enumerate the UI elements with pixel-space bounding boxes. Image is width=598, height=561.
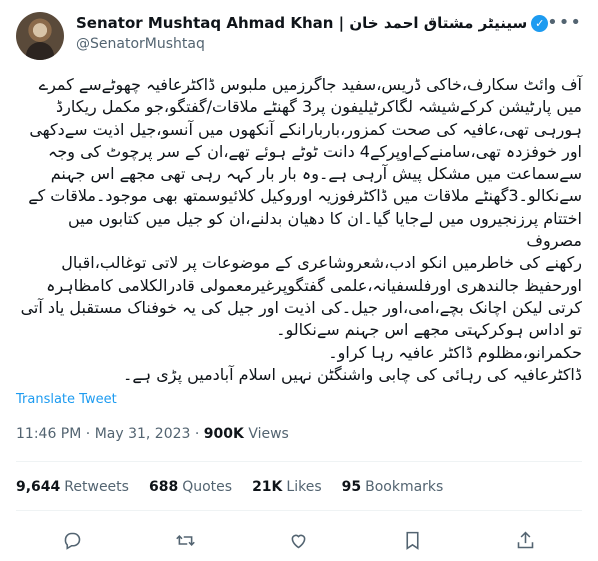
bookmarks-stat[interactable]: 95 Bookmarks — [342, 479, 444, 495]
author-handle[interactable]: @SenatorMushtaq — [76, 36, 205, 52]
tweet-time[interactable]: 11:46 PM — [16, 426, 81, 442]
author-name-row[interactable]: Senator Mushtaq Ahmad Khan | سینیٹر مشتا… — [76, 14, 549, 32]
likes-count: 21K — [252, 479, 283, 495]
views-label: Views — [248, 426, 289, 442]
bookmark-icon[interactable] — [395, 523, 429, 557]
divider — [16, 461, 582, 462]
divider — [16, 510, 582, 511]
avatar[interactable] — [16, 12, 64, 60]
tweet-stats: 9,644 Retweets 688 Quotes 21K Likes 95 Bookm… — [16, 479, 443, 495]
quotes-count: 688 — [148, 479, 179, 495]
reply-icon[interactable] — [56, 523, 90, 557]
like-icon[interactable] — [282, 523, 316, 557]
meta-separator: · — [85, 426, 91, 442]
tweet-meta: 11:46 PM · May 31, 2023 · 900K Views — [16, 426, 289, 442]
likes-stat[interactable]: 21K Likes — [252, 479, 322, 495]
translate-tweet-link[interactable]: Translate Tweet — [16, 392, 117, 407]
quotes-label: Quotes — [182, 479, 233, 495]
verified-badge-icon: ✓ — [531, 14, 549, 32]
views-count: 900K — [203, 426, 244, 442]
meta-separator: · — [194, 426, 200, 442]
tweet-header: Senator Mushtaq Ahmad Khan | سینیٹر مشتا… — [16, 10, 582, 70]
bookmarks-count: 95 — [341, 479, 362, 495]
retweets-label: Retweets — [64, 479, 129, 495]
retweet-icon[interactable] — [169, 523, 203, 557]
share-icon[interactable] — [508, 523, 542, 557]
quotes-stat[interactable]: 688 Quotes — [149, 479, 232, 495]
action-bar — [16, 523, 582, 557]
tweet-date[interactable]: May 31, 2023 — [95, 426, 191, 442]
more-icon[interactable]: ••• — [547, 12, 582, 33]
author-display-name[interactable]: Senator Mushtaq Ahmad Khan | سینیٹر مشتا… — [76, 14, 527, 32]
bookmarks-label: Bookmarks — [365, 479, 444, 495]
retweets-stat[interactable]: 9,644 Retweets — [16, 479, 129, 495]
retweets-count: 9,644 — [16, 479, 61, 495]
likes-label: Likes — [286, 479, 322, 495]
tweet-text: آف وائٹ سکارف،خاکی ڈریس،سفید جاگرزمیں مل… — [20, 75, 582, 384]
